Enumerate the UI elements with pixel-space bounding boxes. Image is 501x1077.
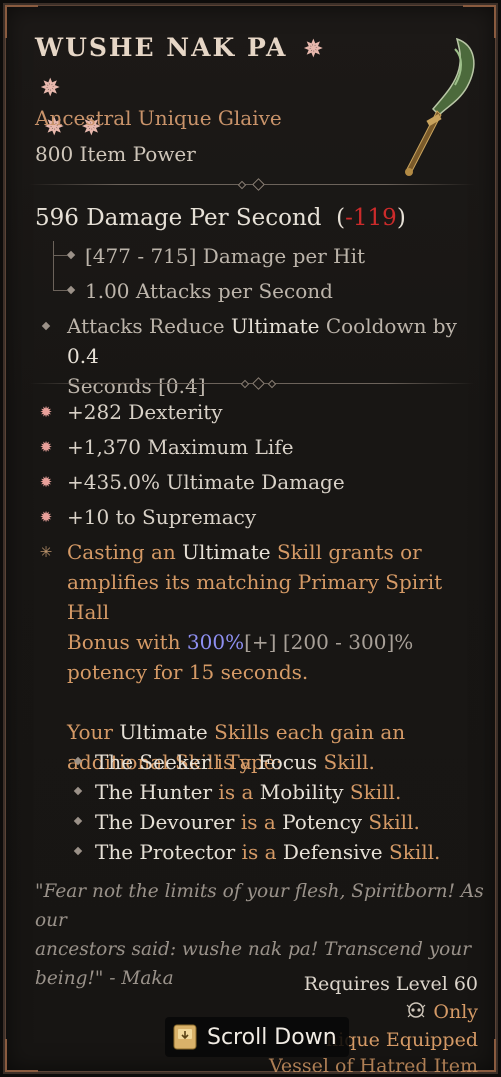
tree-branch <box>53 290 67 291</box>
bullet-icon <box>41 321 51 331</box>
unique-equipped-line: nique Equipped <box>325 1029 478 1051</box>
dps-open-paren: ( <box>336 205 346 231</box>
star-affix-icon: ✹ <box>39 508 53 526</box>
item-power: 800 Item Power <box>35 142 196 166</box>
damage-per-hit: [477 - 715] Damage per Hit <box>85 244 366 268</box>
item-type: Ancestral Unique Glaive <box>35 106 282 130</box>
dps-value: 596 Damage Per Second <box>35 205 322 231</box>
star-affix-icon: ✹ <box>39 403 53 421</box>
skull-emblem-icon <box>406 1002 426 1018</box>
unique-power-icon-wrap: ✳ <box>35 537 65 567</box>
affix-maximum-life: ✹ +1,370 Maximum Life <box>39 435 294 459</box>
expansion-line: Vessel of Hatred Item <box>268 1055 478 1074</box>
unique-only-line: Only <box>405 1001 478 1023</box>
star-affix-icon: ✹ <box>39 473 53 491</box>
list-item: The Hunter is a Mobility Skill. <box>73 777 440 807</box>
keyboard-key-icon <box>173 1024 197 1050</box>
dps-line: 596 Damage Per Second (-119) <box>35 205 406 231</box>
rank-star-icon: ✵ <box>41 75 62 101</box>
rank-star-icon: ✵ <box>304 36 325 62</box>
attacks-per-second: 1.00 Attacks per Second <box>85 279 333 303</box>
skill-type-list: The Seeker is a Focus Skill. The Hunter … <box>73 747 440 867</box>
affix-dexterity: ✹ +282 Dexterity <box>39 400 223 424</box>
stat-tree-line <box>53 241 54 291</box>
section-divider <box>29 178 475 191</box>
affix-ultimate-damage: ✹ +435.0% Ultimate Damage <box>39 470 345 494</box>
item-name: WUSHE NAK PA <box>35 33 288 62</box>
unique-power: Casting an Ultimate Skill grants or ampl… <box>67 540 443 774</box>
frame-corner <box>463 5 496 38</box>
unique-power-icon: ✳ <box>39 543 53 561</box>
list-item: The Seeker is a Focus Skill. <box>73 747 440 777</box>
frame-corner <box>5 1039 38 1072</box>
star-affix-icon: ✹ <box>39 438 53 456</box>
frame-corner <box>5 5 38 38</box>
list-item: The Devourer is a Potency Skill. <box>73 807 440 837</box>
scroll-down-button[interactable]: Scroll Down <box>165 1017 349 1057</box>
item-tooltip: WUSHE NAK PA ✵ ✵ ✵ ✵ Ancestral Unique Gl… <box>3 3 498 1074</box>
affix-supremacy: ✹ +10 to Supremacy <box>39 505 257 529</box>
dps-delta: -119 <box>345 205 397 231</box>
glaive-weapon-icon <box>405 37 475 176</box>
bullet-icon <box>66 285 76 295</box>
dps-close-paren: ) <box>396 205 406 231</box>
scroll-down-label: Scroll Down <box>207 1024 337 1050</box>
tree-branch <box>53 255 67 256</box>
bullet-icon <box>66 250 76 260</box>
list-item: The Protector is a Defensive Skill. <box>73 837 440 867</box>
section-divider <box>29 377 475 390</box>
level-requirement: Requires Level 60 <box>303 973 478 995</box>
